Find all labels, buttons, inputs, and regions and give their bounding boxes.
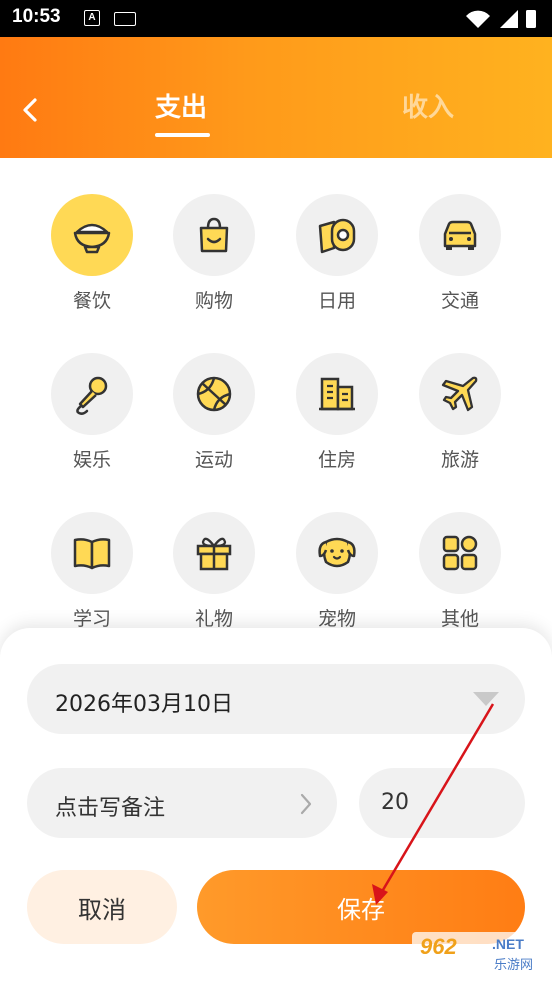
gift-icon	[196, 537, 232, 571]
category-grid: 餐饮 购物 日用 交通 娱乐 运动 住房 旅游 学习 礼物 宠物 其他	[0, 158, 552, 630]
rice-bowl-icon	[73, 223, 111, 254]
status-right-icons	[466, 10, 536, 29]
book-icon	[73, 538, 111, 570]
airplane-icon	[441, 376, 478, 412]
category-label: 宠物	[317, 608, 356, 630]
tab-income[interactable]: 收入	[402, 87, 454, 124]
status-time: 10:53	[12, 6, 61, 27]
category-housing[interactable]: 住房	[282, 353, 392, 493]
category-circle	[296, 512, 378, 594]
amount-value: 20	[381, 790, 409, 815]
category-circle	[419, 512, 501, 594]
building-icon	[319, 377, 355, 411]
signal-icon	[500, 10, 518, 28]
status-bar: 10:53 A	[0, 0, 552, 37]
dog-icon	[318, 537, 356, 568]
watermark-sub: 乐游网	[494, 958, 534, 973]
category-entertainment[interactable]: 娱乐	[37, 353, 147, 493]
category-circle	[51, 194, 133, 276]
category-shopping[interactable]: 购物	[159, 194, 269, 334]
watermark-logo: 962 .NET 乐游网	[412, 932, 547, 976]
date-picker[interactable]: 2026年03月10日	[27, 664, 525, 734]
tab-expense[interactable]: 支出	[155, 87, 207, 124]
chevron-right-icon	[300, 793, 312, 815]
category-dining[interactable]: 餐饮	[37, 194, 147, 334]
date-value: 2026年03月10日	[55, 692, 233, 717]
keyboard-icon	[114, 12, 136, 26]
grid-icon	[442, 535, 478, 571]
amount-field[interactable]: 20	[359, 768, 525, 838]
header: 支出 收入	[0, 37, 552, 158]
category-circle	[173, 194, 255, 276]
category-label: 其他	[440, 608, 479, 630]
cancel-button[interactable]: 取消	[27, 870, 177, 944]
entry-panel: 2026年03月10日 点击写备注 20 取消 保存	[0, 628, 552, 981]
note-field[interactable]: 点击写备注	[27, 768, 337, 838]
watermark-domain: .NET	[492, 936, 524, 952]
category-circle	[173, 512, 255, 594]
category-transport[interactable]: 交通	[405, 194, 515, 334]
category-travel[interactable]: 旅游	[405, 353, 515, 493]
battery-icon	[526, 10, 536, 28]
category-circle	[51, 353, 133, 435]
category-label: 日用	[317, 290, 356, 312]
basketball-icon	[196, 376, 232, 412]
watermark-number: 962	[420, 934, 457, 959]
category-label: 旅游	[440, 449, 479, 471]
category-circle	[296, 194, 378, 276]
note-placeholder: 点击写备注	[55, 796, 166, 821]
category-circle	[419, 194, 501, 276]
category-daily[interactable]: 日用	[282, 194, 392, 334]
category-circle	[173, 353, 255, 435]
category-sports[interactable]: 运动	[159, 353, 269, 493]
category-label: 交通	[440, 290, 479, 312]
category-label: 礼物	[194, 608, 233, 630]
a-notification-icon: A	[84, 10, 100, 26]
category-circle	[296, 353, 378, 435]
wifi-icon	[466, 10, 490, 29]
category-label: 餐饮	[72, 290, 111, 312]
shopping-bag-icon	[199, 217, 229, 253]
caret-down-icon	[473, 692, 499, 706]
car-icon	[443, 220, 477, 250]
active-tab-indicator	[155, 133, 210, 137]
category-label: 学习	[72, 608, 111, 630]
category-label: 运动	[194, 449, 233, 471]
category-circle	[419, 353, 501, 435]
toilet-paper-icon	[318, 218, 356, 254]
category-label: 购物	[194, 290, 233, 312]
microphone-icon	[76, 376, 108, 415]
back-arrow-icon[interactable]	[16, 95, 46, 125]
category-circle	[51, 512, 133, 594]
category-label: 住房	[317, 449, 356, 471]
category-label: 娱乐	[72, 449, 111, 471]
